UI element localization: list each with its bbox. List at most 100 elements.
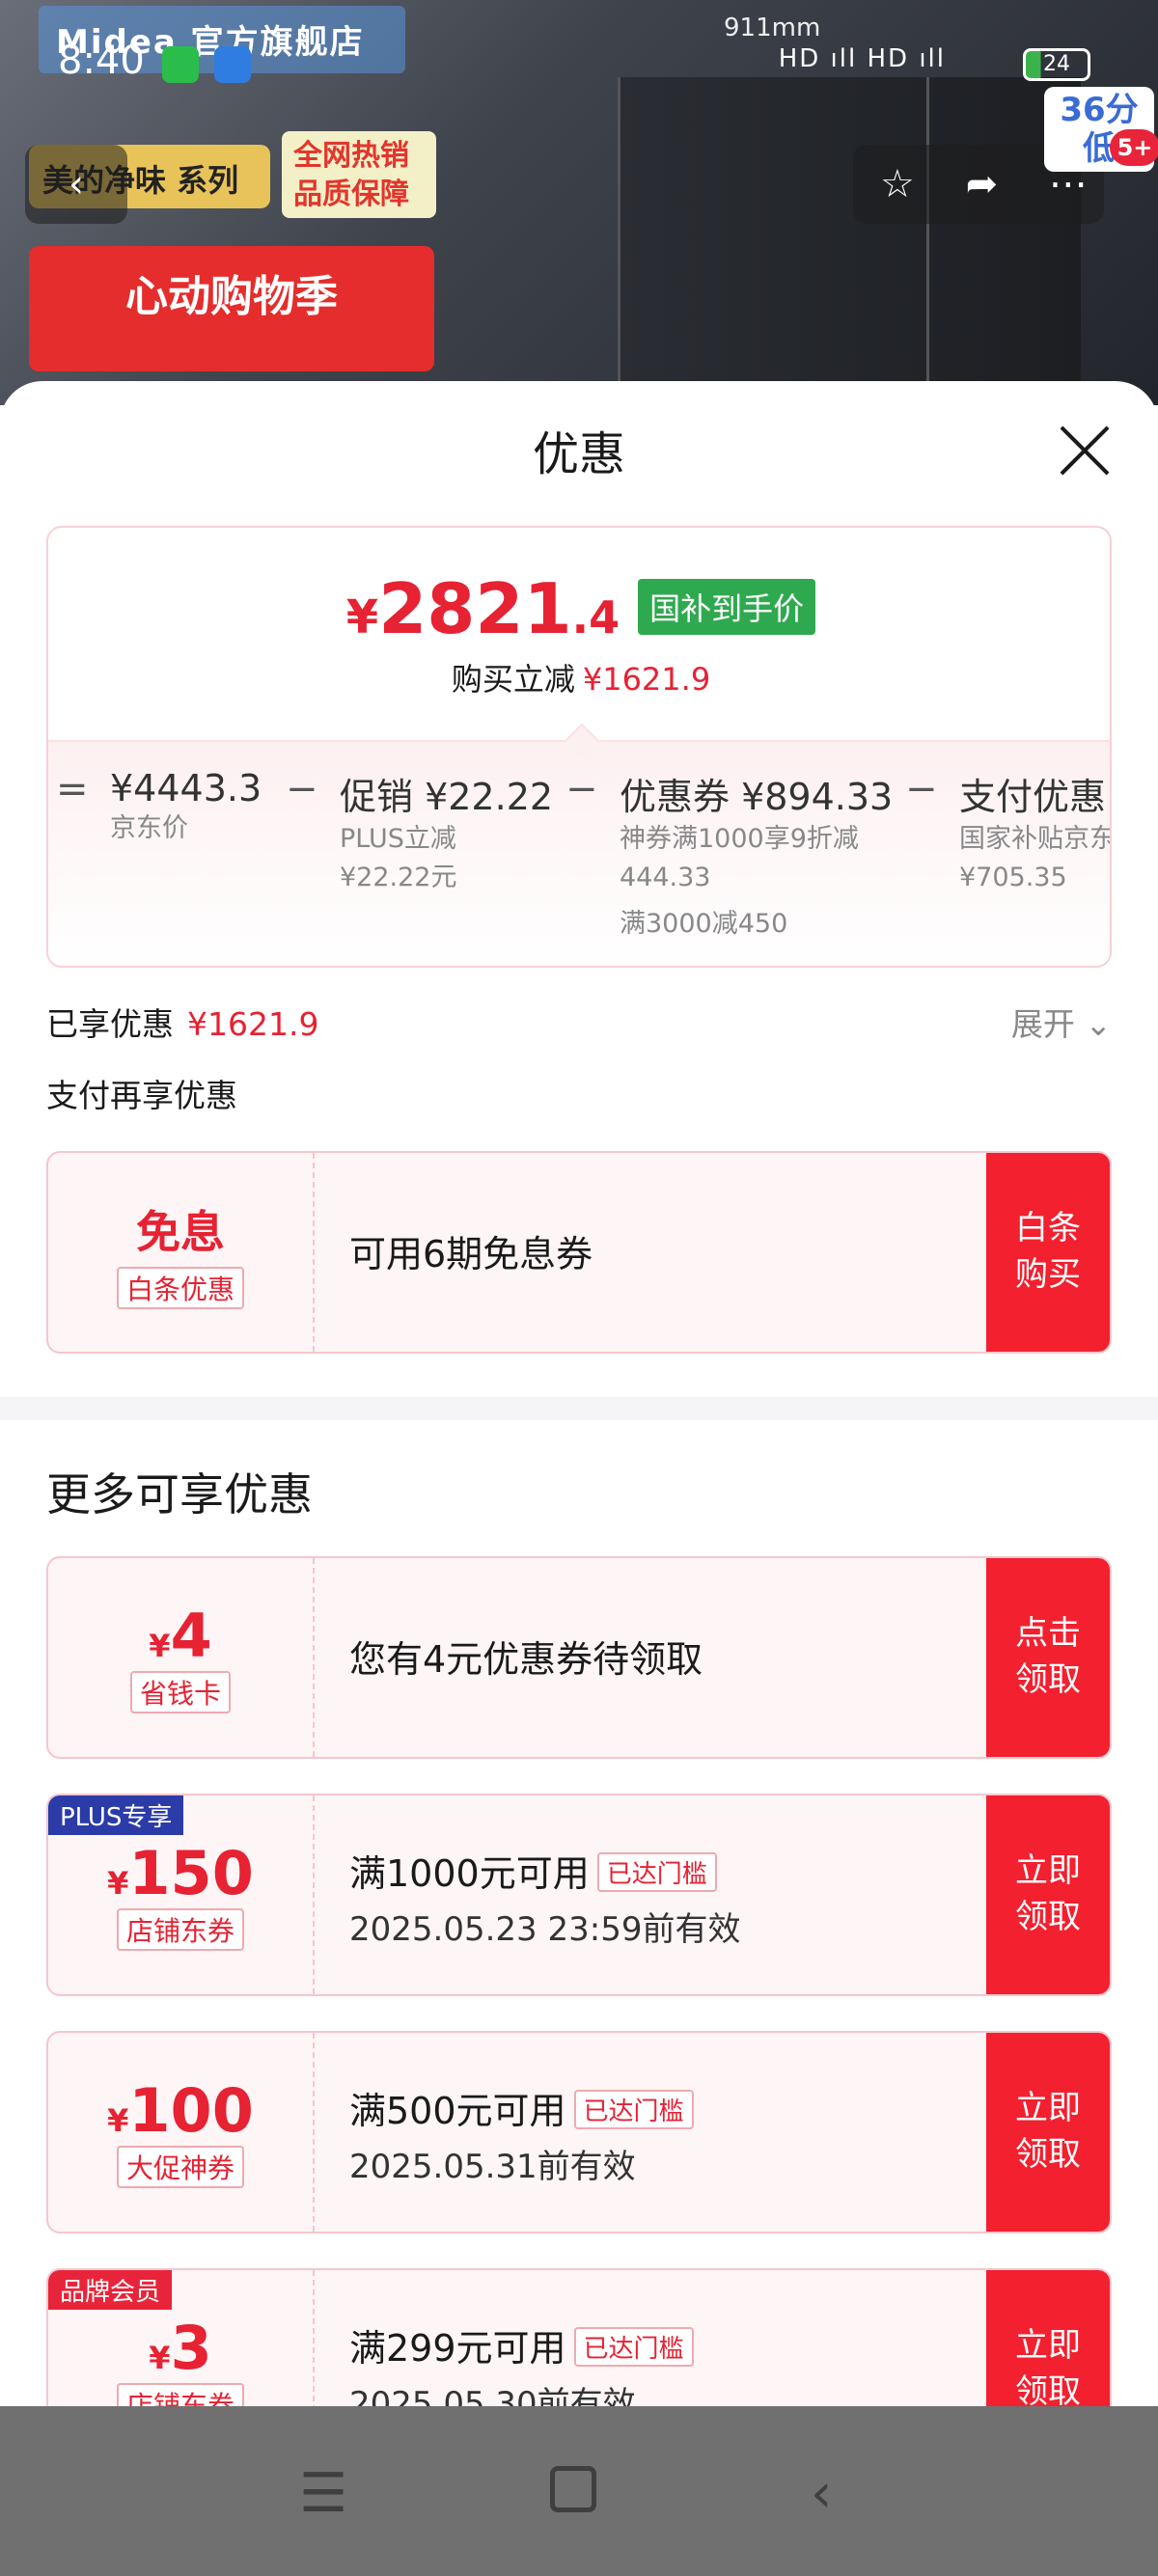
coupon-left: ¥100 大促神券 [48,2033,315,2232]
breakdown-sub: ¥22.22元 [340,863,457,892]
breakdown-notch [564,723,600,759]
coupon-desc: 您有4元优惠券待领取 [349,1638,703,1681]
price-summary: ¥2821.4 国补到手价 购买立减 ¥1621.9 = ¥4443.3 京东价 … [46,526,1112,968]
badge-count: 5+ [1110,129,1158,166]
breakdown-title: 促销 ¥22.22 [340,776,554,818]
coupon-value: 150 [128,1838,254,1908]
expand-toggle[interactable]: 展开 ⌄ [1011,999,1112,1045]
price-integer: 2821 [378,568,572,649]
coupon-middle: 可用6期免息券 [349,1153,1006,1277]
baitiao-coupon[interactable]: 免息 白条优惠 可用6期免息券 白条购买 [46,1151,1112,1354]
promo-badge[interactable]: 36分 低 5+ [1044,87,1158,172]
coupon-card[interactable]: ¥4 省钱卡 您有4元优惠券待领取 点击领取 [46,1556,1112,1759]
breakdown-sub: 444.33 [620,863,711,892]
status-bar: 8:40 HD ıll HD ıll 24 [0,0,1158,127]
breakdown-jd-price: ¥4443.3 京东价 [110,767,262,848]
back-chevron-icon[interactable]: ‹ [811,2462,832,2525]
coupon-card[interactable]: PLUS专享 ¥150 店铺东券 满1000元可用 已达门槛 2025.05.23… [46,1794,1112,1996]
coupon-amount: ¥4 [149,1601,212,1671]
close-icon[interactable] [1058,424,1112,478]
instant-discount-label: 购买立减 [451,661,575,698]
coupon-desc: 满500元可用 已达门槛 [349,2081,1006,2134]
breakdown-title: 优惠券 ¥894.33 [620,776,894,818]
baitiao-buy-button[interactable]: 白条购买 [986,1153,1110,1352]
coupon-condition: 满500元可用 [349,2090,566,2132]
home-square-icon[interactable] [550,2466,596,2512]
breakdown-sub: ¥705.35 [959,863,1067,892]
wechat-icon [162,46,199,83]
coupon-desc: 满1000元可用 已达门槛 [349,1844,1006,1897]
saved-row: 已享优惠 ¥1621.9 展开 ⌄ [46,999,1112,1045]
price-currency: ¥ [345,590,379,644]
hot-tag: 全网热销 品质保障 [282,131,436,218]
battery-icon: 24 [1023,48,1090,81]
price-decimal: .4 [571,591,620,644]
equals-sign: = [56,767,89,811]
more-offers-title: 更多可享优惠 [46,1468,313,1521]
coupon-card[interactable]: ¥100 大促神券 满500元可用 已达门槛 2025.05.31前有效 立即领取 [46,2031,1112,2233]
subsidy-tag: 国补到手价 [638,579,816,635]
signal-icon: HD ıll HD ıll [778,44,946,73]
coupon-claim-button[interactable]: 立即领取 [986,1795,1110,1994]
coupon-validity: 2025.05.31前有效 [349,2148,636,2186]
breakdown-title: ¥4443.3 [110,767,262,809]
saved-amount: ¥1621.9 [187,1005,319,1043]
season-banner: 心动购物季 [29,246,434,371]
coupon-left: ¥4 省钱卡 [48,1558,315,1757]
expand-label: 展开 [1010,1005,1075,1043]
notification-app-icon [214,46,251,83]
chevron-down-icon: ⌄ [1085,1005,1112,1043]
threshold-badge: 已达门槛 [573,2090,694,2129]
instant-discount: 购买立减 ¥1621.9 [48,655,1110,699]
breakdown-promo: 促销 ¥22.22 PLUS立减 ¥22.22元 [340,767,553,897]
threshold-badge: 已达门槛 [596,1852,717,1892]
coupon-desc: 满299元可用 已达门槛 [349,2318,1006,2371]
minus-sign: − [286,767,318,811]
coupon-left: ¥150 店铺东券 [48,1795,315,1994]
saved-label: 已享优惠 [46,1005,174,1043]
discount-sheet: 优惠 ¥2821.4 国补到手价 购买立减 ¥1621.9 = ¥4443.3 京… [0,381,1158,2576]
coupon-validity: 2025.05.23 23:59前有效 [349,1910,741,1949]
back-button[interactable]: ‹ [25,145,127,224]
baitiao-desc: 可用6期免息券 [349,1233,593,1275]
section-divider [0,1397,1158,1420]
system-nav-bar: ☰ ‹ [0,2406,1158,2576]
coupon-left: 免息 白条优惠 [48,1153,315,1352]
breakdown-sub: 国家补贴京东 [959,824,1112,854]
minus-sign: − [905,767,938,811]
sheet-title: 优惠 [532,427,625,481]
menu-icon[interactable]: ☰ [299,2462,347,2525]
coupon-condition: 满1000元可用 [349,1852,590,1895]
coupon-type-label: 店铺东券 [116,1908,244,1951]
breakdown-sub: 京东价 [110,813,188,843]
breakdown-payment: 支付优惠 ¥ 国家补贴京东 ¥705.35 [959,767,1112,897]
coupon-middle: 满299元可用 已达门槛 2025.05.30前有效 [349,2270,1006,2425]
coupon-middle: 您有4元优惠券待领取 [349,1558,1006,1683]
coupon-amount: ¥150 [107,1838,254,1908]
coupon-claim-button[interactable]: 立即领取 [986,2033,1110,2232]
coupon-condition: 满299元可用 [349,2327,566,2370]
breakdown-sub: PLUS立减 [340,824,456,854]
coupon-value: 100 [128,2075,254,2146]
instant-discount-amount: ¥1621.9 [582,661,711,698]
coupon-middle: 满1000元可用 已达门槛 2025.05.23 23:59前有效 [349,1795,1006,1950]
coupon-type-label: 省钱卡 [129,1671,231,1713]
breakdown-sub: 神券满1000享9折减 [620,824,859,854]
coupon-claim-button[interactable]: 点击领取 [986,1558,1110,1757]
coupon-value: 3 [170,2313,212,2383]
coupon-amount: ¥3 [149,2313,212,2383]
breakdown-sub: 满3000减450 [620,909,788,939]
breakdown-title: 支付优惠 ¥ [959,776,1110,818]
breakdown-coupon: 优惠券 ¥894.33 神券满1000享9折减 444.33 满3000减450 [620,767,893,944]
coupon-value: 4 [170,1601,212,1671]
clock: 8:40 [58,39,145,83]
baitiao-label: 白条优惠 [116,1267,244,1309]
share-icon[interactable]: ➦ [966,162,999,206]
minus-sign: − [565,767,598,811]
baitiao-main: 免息 [136,1206,225,1258]
star-icon[interactable]: ☆ [880,162,915,206]
coupon-type-label: 大促神券 [116,2146,244,2188]
threshold-badge: 已达门槛 [573,2327,694,2367]
price-breakdown[interactable]: = ¥4443.3 京东价 − 促销 ¥22.22 PLUS立减 ¥22.22元… [48,723,1112,966]
coupon-middle: 满500元可用 已达门槛 2025.05.31前有效 [349,2033,1006,2187]
